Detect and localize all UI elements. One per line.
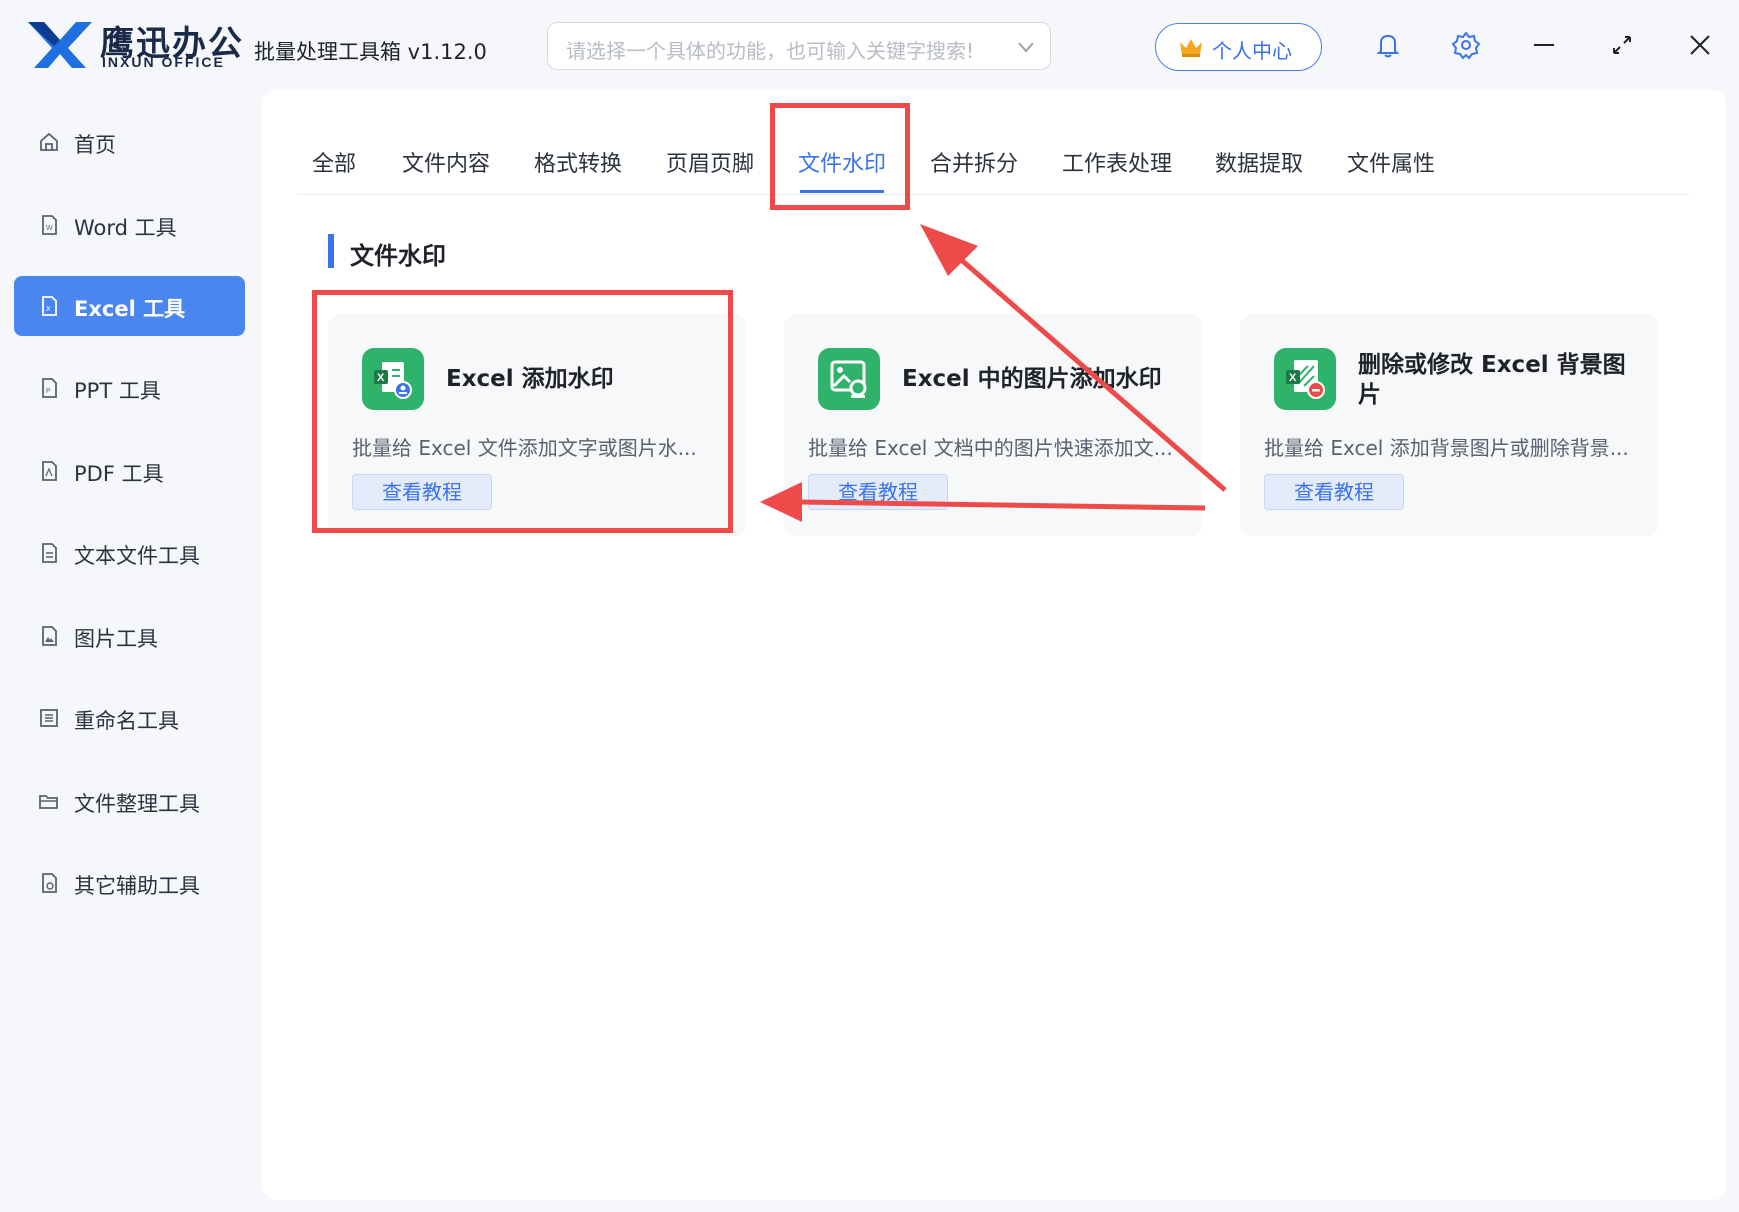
sidebar-item-label: Word 工具: [74, 216, 177, 240]
card-title: 删除或修改 Excel 背景图片: [1358, 352, 1626, 408]
search-box[interactable]: 请选择一个具体的功能，也可输入关键字搜索!: [547, 22, 1051, 70]
close-icon[interactable]: [1685, 30, 1715, 60]
view-tutorial-button[interactable]: 查看教程: [1264, 474, 1404, 510]
svg-text:P: P: [46, 388, 51, 395]
search-input[interactable]: 请选择一个具体的功能，也可输入关键字搜索!: [566, 35, 974, 64]
text-file-icon: [42, 543, 57, 563]
sidebar-item-image[interactable]: 图片工具: [14, 606, 245, 666]
sidebar-item-home[interactable]: 首页: [14, 112, 245, 172]
category-tabs: 全部 文件内容 格式转换 页眉页脚 文件水印 合并拆分 工作表处理 数据提取 文…: [262, 90, 1726, 196]
sidebar: 首页 W Word 工具 X Excel 工具 P PPT 工具 PDF 工具 …: [0, 90, 246, 1212]
maximize-icon[interactable]: [1607, 30, 1637, 60]
tabs-divider: [298, 194, 1690, 195]
excel-background-icon: X: [1274, 348, 1336, 410]
sidebar-item-label: Excel 工具: [74, 297, 186, 321]
card-description: 批量给 Excel 文档中的图片快速添加文...: [808, 436, 1173, 460]
sidebar-item-label: 图片工具: [74, 627, 158, 651]
sidebar-item-pdf[interactable]: PDF 工具: [14, 441, 245, 501]
tab-sheet-processing[interactable]: 工作表处理: [1062, 146, 1172, 178]
folder-icon: [39, 795, 58, 809]
section-marker: [328, 234, 334, 268]
user-center-button[interactable]: 个人中心: [1155, 23, 1322, 71]
svg-text:X: X: [46, 306, 51, 313]
sidebar-item-label: 文件整理工具: [74, 792, 200, 816]
tab-data-extract[interactable]: 数据提取: [1215, 146, 1303, 178]
highlight-box-tab: [770, 103, 910, 210]
minimize-icon[interactable]: [1529, 30, 1559, 60]
sidebar-item-text[interactable]: 文本文件工具: [14, 523, 245, 583]
view-tutorial-button[interactable]: 查看教程: [808, 474, 948, 510]
title-bar: 鹰迅办公 INXUN OFFICE 批量处理工具箱 v1.12.0 请选择一个具…: [0, 0, 1739, 90]
tab-file-properties[interactable]: 文件属性: [1347, 146, 1435, 178]
user-center-label: 个人中心: [1212, 39, 1292, 63]
svg-text:X: X: [1289, 372, 1297, 384]
excel-image-watermark-icon: [818, 348, 880, 410]
tab-format-convert[interactable]: 格式转换: [534, 146, 622, 178]
sidebar-item-word[interactable]: W Word 工具: [14, 195, 245, 255]
other-tools-icon: [42, 873, 57, 893]
inxun-logo-icon: [28, 22, 92, 68]
ppt-file-icon: P: [42, 378, 57, 398]
main-panel: 全部 文件内容 格式转换 页眉页脚 文件水印 合并拆分 工作表处理 数据提取 文…: [262, 90, 1726, 1200]
section-title: 文件水印: [350, 242, 446, 270]
chevron-down-icon[interactable]: [1016, 37, 1036, 57]
sidebar-item-other[interactable]: 其它辅助工具: [14, 853, 245, 913]
sidebar-item-label: PDF 工具: [74, 462, 164, 486]
logo-subtext: INXUN OFFICE: [102, 54, 225, 70]
tab-header-footer[interactable]: 页眉页脚: [666, 146, 754, 178]
sidebar-item-label: 其它辅助工具: [74, 874, 200, 898]
crown-icon: [1180, 39, 1202, 57]
sidebar-item-label: 首页: [74, 133, 116, 157]
svg-text:W: W: [46, 225, 53, 232]
word-file-icon: W: [42, 215, 57, 235]
sidebar-item-rename[interactable]: 重命名工具: [14, 688, 245, 748]
gear-icon[interactable]: [1451, 30, 1481, 60]
sidebar-item-label: 重命名工具: [74, 709, 179, 733]
tab-all[interactable]: 全部: [312, 146, 356, 178]
image-file-icon: [42, 626, 57, 646]
sidebar-item-ppt[interactable]: P PPT 工具: [14, 358, 245, 418]
sidebar-item-label: 文本文件工具: [74, 544, 200, 568]
app-title: 批量处理工具箱 v1.12.0: [254, 40, 487, 64]
rename-icon: [40, 709, 58, 727]
tab-merge-split[interactable]: 合并拆分: [930, 146, 1018, 178]
card-title: Excel 中的图片添加水印: [902, 366, 1162, 392]
tool-card-excel-background[interactable]: X 删除或修改 Excel 背景图片 批量给 Excel 添加背景图片或删除背景…: [1240, 314, 1658, 536]
home-icon: [40, 132, 58, 151]
excel-file-icon: X: [42, 296, 57, 316]
card-description: 批量给 Excel 添加背景图片或删除背景...: [1264, 436, 1629, 460]
bell-icon[interactable]: [1373, 30, 1403, 60]
tool-card-excel-image-watermark[interactable]: Excel 中的图片添加水印 批量给 Excel 文档中的图片快速添加文... …: [784, 314, 1202, 536]
highlight-box-card: [312, 290, 733, 533]
sidebar-item-label: PPT 工具: [74, 379, 161, 403]
pdf-file-icon: [42, 461, 57, 481]
sidebar-item-excel[interactable]: X Excel 工具: [14, 276, 245, 336]
tab-file-content[interactable]: 文件内容: [402, 146, 490, 178]
sidebar-item-folder[interactable]: 文件整理工具: [14, 771, 245, 831]
